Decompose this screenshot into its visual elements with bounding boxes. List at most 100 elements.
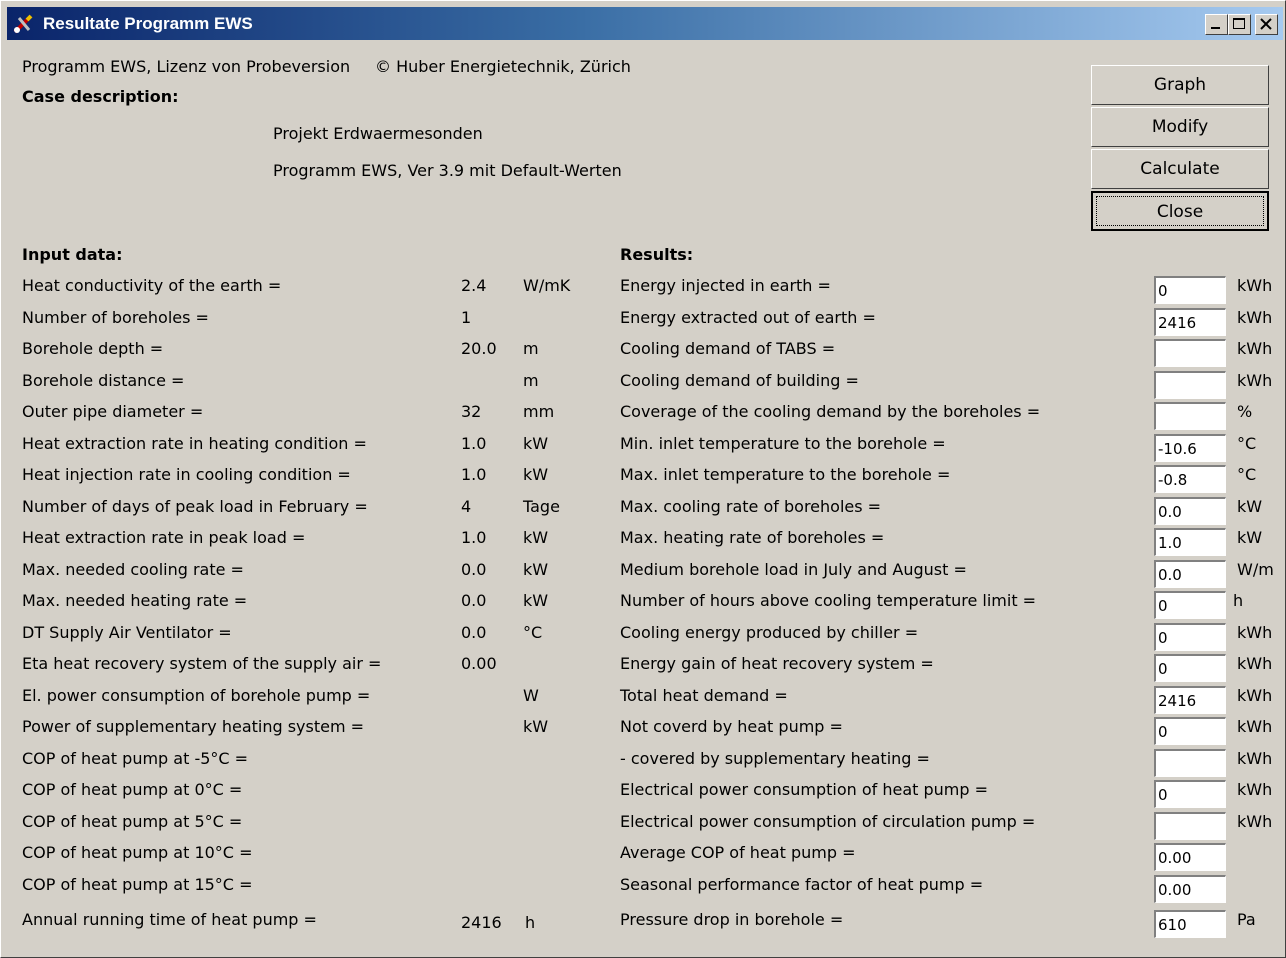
input-value-dt-supply-air-ventilator: 0.0 bbox=[461, 623, 487, 642]
input-label-cop-of-heat-pump-at-5-c: COP of heat pump at -5°C = bbox=[22, 749, 249, 768]
input-label-outer-pipe-diameter: Outer pipe diameter = bbox=[22, 402, 204, 421]
result-unit-max-inlet-temperature-to-the-borehole: °C bbox=[1237, 465, 1257, 484]
result-unit-pressure-drop-in-borehole: Pa bbox=[1237, 910, 1256, 929]
input-label-borehole-depth: Borehole depth = bbox=[22, 339, 164, 358]
result-field-electrical-power-consumption-of-circulat[interactable] bbox=[1154, 812, 1226, 840]
input-label-dt-supply-air-ventilator: DT Supply Air Ventilator = bbox=[22, 623, 232, 642]
result-field-cooling-demand-of-building[interactable] bbox=[1154, 371, 1226, 399]
result-field-coverage-of-the-cooling-demand-by-the-bo[interactable] bbox=[1154, 402, 1226, 430]
result-field-covered-by-supplementary-heating[interactable] bbox=[1154, 749, 1226, 777]
result-field-total-heat-demand[interactable]: 2416 bbox=[1154, 686, 1226, 714]
input-unit-el-power-consumption-of-borehole-pump: W bbox=[523, 686, 539, 705]
input-label-power-of-supplementary-heating-system: Power of supplementary heating system = bbox=[22, 717, 365, 736]
result-field-max-inlet-temperature-to-the-borehole[interactable]: -0.8 bbox=[1154, 465, 1226, 493]
close-window-button[interactable] bbox=[1255, 14, 1278, 35]
maximize-button[interactable] bbox=[1228, 14, 1251, 35]
input-unit-annual-running-time-of-heat-pump: h bbox=[525, 913, 536, 932]
input-label-number-of-days-of-peak-load-in-february: Number of days of peak load in February … bbox=[22, 497, 368, 516]
result-unit-covered-by-supplementary-heating: kWh bbox=[1237, 749, 1273, 768]
result-label-pressure-drop-in-borehole: Pressure drop in borehole = bbox=[620, 910, 844, 929]
wrench-pencil-icon bbox=[13, 14, 33, 34]
result-label-number-of-hours-above-cooling-temperatur: Number of hours above cooling temperatur… bbox=[620, 591, 1037, 610]
result-label-cooling-demand-of-tabs: Cooling demand of TABS = bbox=[620, 339, 836, 358]
input-label-heat-extraction-rate-in-peak-load: Heat extraction rate in peak load = bbox=[22, 528, 306, 547]
input-value-heat-extraction-rate-in-peak-load: 1.0 bbox=[461, 528, 487, 547]
input-label-annual-running-time-of-heat-pump: Annual running time of heat pump = bbox=[22, 910, 317, 929]
result-unit-electrical-power-consumption-of-heat-pum: kWh bbox=[1237, 780, 1273, 799]
result-field-energy-gain-of-heat-recovery-system[interactable]: 0 bbox=[1154, 654, 1226, 682]
result-field-energy-injected-in-earth[interactable]: 0 bbox=[1154, 276, 1226, 304]
close-button[interactable]: Close bbox=[1091, 191, 1269, 231]
result-field-average-cop-of-heat-pump[interactable]: 0.00 bbox=[1154, 843, 1226, 871]
result-unit-number-of-hours-above-cooling-temperatur: h bbox=[1233, 591, 1244, 610]
result-unit-medium-borehole-load-in-july-and-august: W/m bbox=[1237, 560, 1274, 579]
input-label-cop-of-heat-pump-at-10-c: COP of heat pump at 10°C = bbox=[22, 843, 253, 862]
input-unit-heat-conductivity-of-the-earth: W/mK bbox=[523, 276, 571, 295]
result-label-seasonal-performance-factor-of-heat-pump: Seasonal performance factor of heat pump… bbox=[620, 875, 984, 894]
case-description-line-2: Programm EWS, Ver 3.9 mit Default-Werten bbox=[273, 161, 622, 180]
result-label-max-heating-rate-of-boreholes: Max. heating rate of boreholes = bbox=[620, 528, 885, 547]
input-label-cop-of-heat-pump-at-5-c: COP of heat pump at 5°C = bbox=[22, 812, 243, 831]
result-field-pressure-drop-in-borehole[interactable]: 610 bbox=[1154, 910, 1226, 938]
minimize-button[interactable] bbox=[1205, 14, 1228, 35]
results-heading: Results: bbox=[620, 245, 694, 264]
result-label-cooling-energy-produced-by-chiller: Cooling energy produced by chiller = bbox=[620, 623, 919, 642]
input-value-heat-extraction-rate-in-heating-conditio: 1.0 bbox=[461, 434, 487, 453]
input-value-borehole-depth: 20.0 bbox=[461, 339, 497, 358]
result-field-medium-borehole-load-in-july-and-august[interactable]: 0.0 bbox=[1154, 560, 1226, 588]
result-label-electrical-power-consumption-of-circulat: Electrical power consumption of circulat… bbox=[620, 812, 1036, 831]
result-label-average-cop-of-heat-pump: Average COP of heat pump = bbox=[620, 843, 856, 862]
result-field-not-coverd-by-heat-pump[interactable]: 0 bbox=[1154, 717, 1226, 745]
result-unit-energy-gain-of-heat-recovery-system: kWh bbox=[1237, 654, 1273, 673]
result-label-total-heat-demand: Total heat demand = bbox=[620, 686, 788, 705]
result-field-max-heating-rate-of-boreholes[interactable]: 1.0 bbox=[1154, 528, 1226, 556]
input-value-number-of-days-of-peak-load-in-february: 4 bbox=[461, 497, 472, 516]
result-label-max-cooling-rate-of-boreholes: Max. cooling rate of boreholes = bbox=[620, 497, 882, 516]
modify-button[interactable]: Modify bbox=[1091, 107, 1269, 147]
result-label-energy-injected-in-earth: Energy injected in earth = bbox=[620, 276, 831, 295]
result-unit-max-heating-rate-of-boreholes: kW bbox=[1237, 528, 1263, 547]
input-label-max-needed-heating-rate: Max. needed heating rate = bbox=[22, 591, 248, 610]
results-window: Resultate Programm EWS Programm EWS, Liz… bbox=[0, 0, 1286, 958]
result-label-min-inlet-temperature-to-the-borehole: Min. inlet temperature to the borehole = bbox=[620, 434, 946, 453]
input-unit-power-of-supplementary-heating-system: kW bbox=[523, 717, 549, 736]
result-field-max-cooling-rate-of-boreholes[interactable]: 0.0 bbox=[1154, 497, 1226, 525]
result-label-cooling-demand-of-building: Cooling demand of building = bbox=[620, 371, 859, 390]
input-unit-heat-extraction-rate-in-peak-load: kW bbox=[523, 528, 549, 547]
result-unit-energy-injected-in-earth: kWh bbox=[1237, 276, 1273, 295]
input-unit-outer-pipe-diameter: mm bbox=[523, 402, 555, 421]
input-value-eta-heat-recovery-system-of-the-supply-a: 0.00 bbox=[461, 654, 497, 673]
result-field-cooling-demand-of-tabs[interactable] bbox=[1154, 339, 1226, 367]
result-unit-max-cooling-rate-of-boreholes: kW bbox=[1237, 497, 1263, 516]
input-value-max-needed-cooling-rate: 0.0 bbox=[461, 560, 487, 579]
input-value-max-needed-heating-rate: 0.0 bbox=[461, 591, 487, 610]
input-label-cop-of-heat-pump-at-15-c: COP of heat pump at 15°C = bbox=[22, 875, 253, 894]
result-field-cooling-energy-produced-by-chiller[interactable]: 0 bbox=[1154, 623, 1226, 651]
input-unit-heat-extraction-rate-in-heating-conditio: kW bbox=[523, 434, 549, 453]
input-label-heat-extraction-rate-in-heating-conditio: Heat extraction rate in heating conditio… bbox=[22, 434, 367, 453]
input-label-el-power-consumption-of-borehole-pump: El. power consumption of borehole pump = bbox=[22, 686, 371, 705]
result-field-seasonal-performance-factor-of-heat-pump[interactable]: 0.00 bbox=[1154, 875, 1226, 903]
window-title: Resultate Programm EWS bbox=[43, 14, 253, 33]
result-unit-energy-extracted-out-of-earth: kWh bbox=[1237, 308, 1273, 327]
result-label-electrical-power-consumption-of-heat-pum: Electrical power consumption of heat pum… bbox=[620, 780, 989, 799]
title-bar[interactable]: Resultate Programm EWS bbox=[7, 7, 1283, 40]
result-label-energy-extracted-out-of-earth: Energy extracted out of earth = bbox=[620, 308, 876, 327]
input-unit-max-needed-cooling-rate: kW bbox=[523, 560, 549, 579]
result-field-number-of-hours-above-cooling-temperatur[interactable]: 0 bbox=[1154, 591, 1226, 619]
close-icon bbox=[1260, 18, 1272, 30]
input-label-eta-heat-recovery-system-of-the-supply-a: Eta heat recovery system of the supply a… bbox=[22, 654, 382, 673]
calculate-button[interactable]: Calculate bbox=[1091, 149, 1269, 189]
result-unit-min-inlet-temperature-to-the-borehole: °C bbox=[1237, 434, 1257, 453]
result-unit-not-coverd-by-heat-pump: kWh bbox=[1237, 717, 1273, 736]
graph-button[interactable]: Graph bbox=[1091, 65, 1269, 105]
result-field-energy-extracted-out-of-earth[interactable]: 2416 bbox=[1154, 308, 1226, 336]
input-label-number-of-boreholes: Number of boreholes = bbox=[22, 308, 209, 327]
input-label-heat-conductivity-of-the-earth: Heat conductivity of the earth = bbox=[22, 276, 282, 295]
case-description-label: Case description: bbox=[22, 87, 179, 106]
result-field-min-inlet-temperature-to-the-borehole[interactable]: -10.6 bbox=[1154, 434, 1226, 462]
result-field-electrical-power-consumption-of-heat-pum[interactable]: 0 bbox=[1154, 780, 1226, 808]
result-label-covered-by-supplementary-heating: - covered by supplementary heating = bbox=[620, 749, 930, 768]
result-label-medium-borehole-load-in-july-and-august: Medium borehole load in July and August … bbox=[620, 560, 967, 579]
input-unit-borehole-depth: m bbox=[523, 339, 539, 358]
